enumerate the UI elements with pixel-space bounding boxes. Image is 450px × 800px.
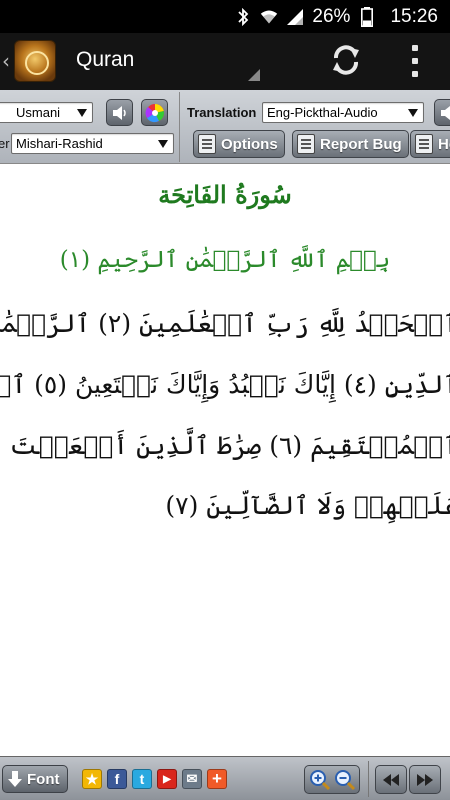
reciter-select[interactable]: Mishari-Rashid: [11, 133, 174, 154]
translation-select[interactable]: Eng-Pickthal-Audio: [262, 102, 424, 123]
youtube-icon[interactable]: ▶: [157, 769, 177, 789]
help-button[interactable]: Help: [410, 130, 450, 158]
fast-forward-icon: [417, 773, 433, 786]
favorite-star-icon[interactable]: ★: [82, 769, 102, 789]
options-button[interactable]: Options: [193, 130, 285, 158]
chevron-down-icon: [408, 109, 418, 117]
script-select[interactable]: Usmani: [0, 102, 93, 123]
battery-percentage: 26%: [312, 5, 351, 27]
help-icon: [415, 134, 433, 154]
surah-content[interactable]: سُورَةُ الفَاتِحَة بِسۡمِ ٱللَّهِ ٱلرَّح…: [0, 164, 450, 756]
basmala: بِسۡمِ ٱللَّهِ ٱلرَّحۡمَٰنِ ٱلرَّحِيمِ (…: [59, 247, 391, 273]
clock: 15:26: [390, 5, 438, 27]
email-icon[interactable]: ✉: [182, 769, 202, 789]
bluetooth-icon: [234, 7, 252, 26]
report-bug-button[interactable]: Report Bug: [292, 130, 409, 158]
facebook-icon[interactable]: f: [107, 769, 127, 789]
spinner-caret-icon[interactable]: [248, 69, 260, 81]
translation-select-value: Eng-Pickthal-Audio: [267, 105, 378, 120]
verse-line: عَلَيۡهِمۡ وَلَا ٱلضَّآلِّينَ (٧): [165, 491, 450, 520]
translation-audio-button[interactable]: [434, 99, 450, 126]
report-bug-button-label: Report Bug: [320, 135, 402, 153]
status-bar: 26% 15:26: [0, 0, 450, 33]
speaker-icon: [112, 105, 126, 120]
script-select-value: Usmani: [16, 105, 61, 120]
chevron-down-icon: [158, 140, 168, 148]
help-button-label: Help: [438, 135, 450, 153]
bottom-bar: Font ★ f t ▶ ✉ +: [0, 756, 450, 800]
color-wheel-icon: [145, 103, 164, 122]
speaker-icon: [440, 105, 450, 120]
next-page-button[interactable]: [409, 765, 441, 794]
zoom-in-icon[interactable]: [309, 769, 331, 791]
refresh-icon[interactable]: [328, 42, 364, 78]
battery-icon: [358, 6, 376, 27]
verse-line: ٱلدِّينِ (٤) إِيَّاكَ نَعۡبُدُ وَإِيَّاك…: [0, 370, 450, 399]
add-plus-icon[interactable]: +: [207, 769, 227, 789]
font-button-label: Font: [27, 770, 60, 788]
toolbar-divider: [179, 92, 180, 162]
back-chevron-icon[interactable]: ‹: [2, 49, 10, 73]
reciter-select-value: Mishari-Rashid: [16, 136, 103, 151]
font-button[interactable]: Font: [2, 765, 68, 793]
translation-label: Translation: [187, 105, 257, 120]
previous-page-button[interactable]: [375, 765, 407, 794]
audio-button[interactable]: [106, 99, 133, 126]
wifi-icon: [260, 8, 278, 26]
rewind-icon: [383, 773, 399, 786]
arrow-down-icon: [7, 770, 23, 788]
chevron-down-icon: [77, 109, 87, 117]
verse-line: ٱلۡحَمۡدُ لِلَّهِ رَبِّ ٱلۡعَٰلَمِينَ (٢…: [0, 309, 450, 338]
page-navigation: [375, 765, 443, 794]
overflow-menu-icon[interactable]: [408, 45, 422, 77]
verse-line: ٱلۡمُسۡتَقِيمَ (٦) صِرَٰطَ ٱلَّذِينَ أَن…: [0, 431, 450, 460]
options-icon: [198, 134, 216, 154]
surah-title: سُورَةُ الفَاتِحَة: [158, 180, 292, 209]
bottom-bar-divider: [368, 761, 369, 797]
app-title: Quran: [76, 48, 135, 71]
app-logo-icon[interactable]: [14, 40, 56, 82]
reader-toolbar: Usmani Translation Eng-Pickthal-Audio er…: [0, 90, 450, 164]
signal-icon: [286, 8, 304, 26]
zoom-out-icon[interactable]: [334, 769, 356, 791]
reciter-label: er: [0, 136, 10, 151]
zoom-controls: [304, 765, 360, 794]
color-theme-button[interactable]: [141, 99, 168, 126]
report-bug-icon: [297, 134, 315, 154]
twitter-icon[interactable]: t: [132, 769, 152, 789]
options-button-label: Options: [221, 135, 278, 153]
action-bar: ‹ Quran: [0, 33, 450, 90]
